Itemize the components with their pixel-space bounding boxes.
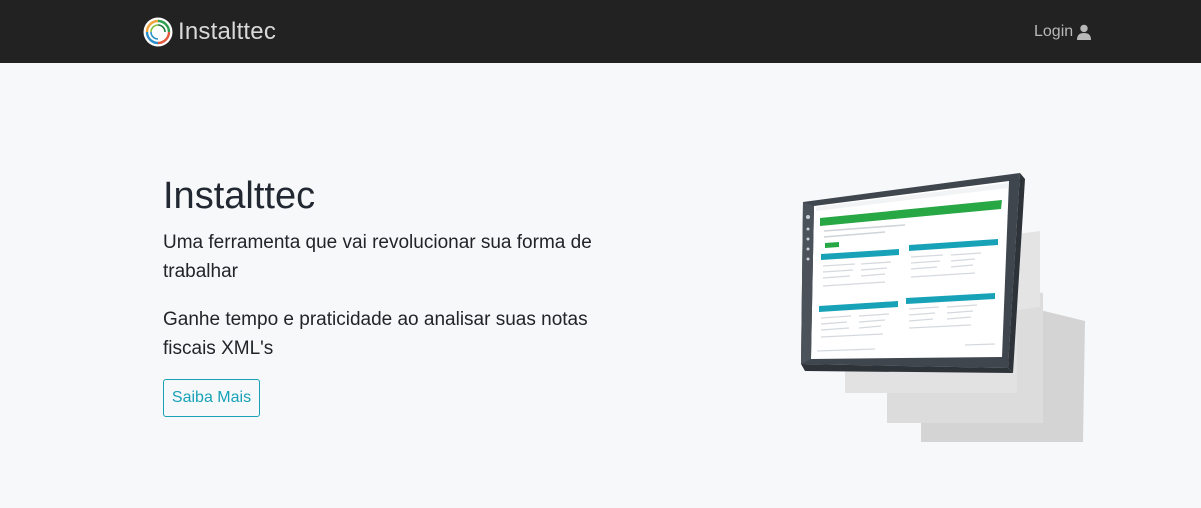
login-link[interactable]: Login (1034, 20, 1092, 44)
top-navbar: Instalttec Login (0, 0, 1201, 63)
user-icon (1077, 24, 1092, 40)
hero-lead-primary: Uma ferramenta que vai revolucionar sua … (163, 232, 592, 282)
hero-lead-secondary: Ganhe tempo e praticidade ao analisar su… (163, 309, 588, 359)
brand-link[interactable]: Instalttec (143, 16, 276, 48)
hero-title: Instalttec (163, 175, 316, 217)
app-screenshot-illustration (801, 173, 1085, 442)
brand-name: Instalttec (178, 18, 277, 45)
saiba-mais-button[interactable]: Saiba Mais (163, 379, 260, 417)
brand-logo-icon (143, 17, 173, 47)
login-label: Login (1034, 23, 1074, 40)
